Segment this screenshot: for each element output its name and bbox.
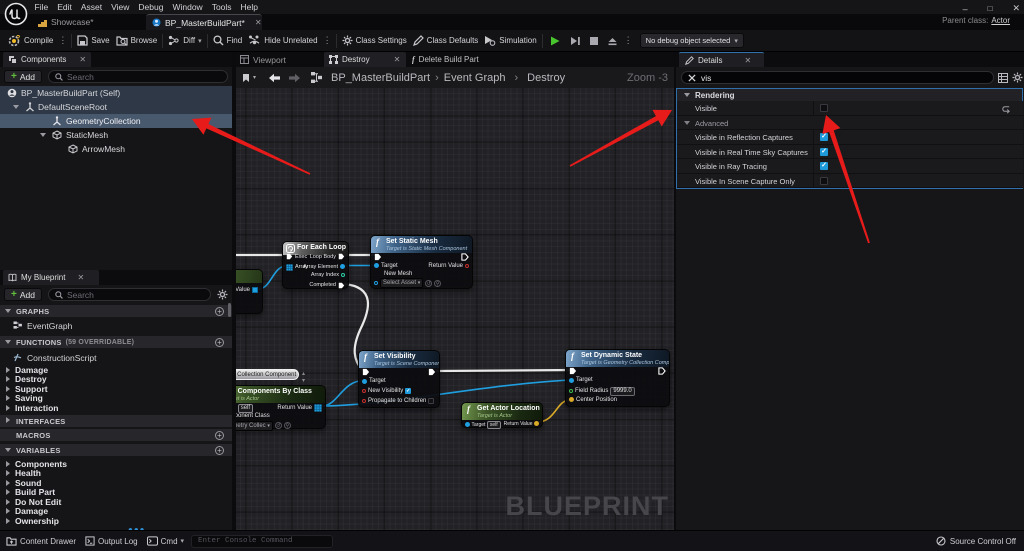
svg-text:?: ? — [16, 35, 20, 42]
